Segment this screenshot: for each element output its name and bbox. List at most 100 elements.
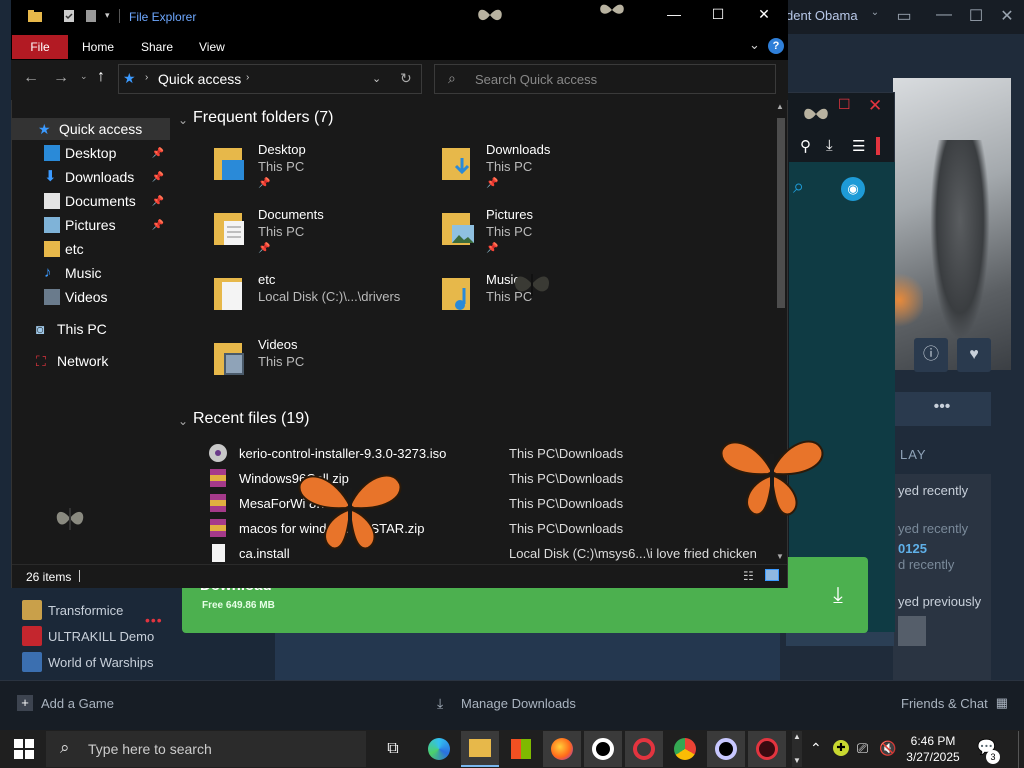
store-app[interactable] bbox=[502, 731, 540, 767]
scroll-up-icon[interactable]: ▲ bbox=[776, 102, 784, 111]
search-icon[interactable]: ⌕ bbox=[793, 176, 804, 199]
tab-view[interactable]: View bbox=[199, 40, 225, 54]
windows-start-icon[interactable] bbox=[14, 739, 34, 759]
opera-gx-app-2[interactable] bbox=[748, 731, 786, 767]
section-heading[interactable]: Frequent folders (7) bbox=[193, 109, 334, 127]
game-item[interactable]: Transformice bbox=[22, 598, 123, 622]
add-game-button[interactable]: + Add a Game bbox=[17, 695, 114, 711]
nav-music[interactable]: ♪ Music bbox=[12, 262, 170, 284]
more-button[interactable]: ••• bbox=[893, 392, 991, 426]
game-item[interactable]: World of Warships bbox=[22, 650, 153, 674]
user-icon[interactable]: ⚲ bbox=[800, 137, 811, 155]
tray-app-icon[interactable]: ✚ bbox=[833, 740, 849, 756]
opera-app-2[interactable] bbox=[707, 731, 745, 767]
chevron-down-icon[interactable]: ⌄ bbox=[372, 72, 381, 85]
settings-icon[interactable]: ☰ bbox=[852, 137, 865, 155]
chrome-app[interactable] bbox=[666, 731, 704, 767]
chevron-down-icon[interactable]: ▾ bbox=[105, 10, 110, 21]
download-icon[interactable]: ⤓ bbox=[826, 137, 833, 154]
nav-quick-access[interactable]: ★ Quick access bbox=[12, 118, 170, 140]
properties-icon[interactable] bbox=[62, 9, 76, 23]
show-hidden-icons[interactable]: ⌃ bbox=[810, 740, 822, 757]
recent-locations-icon[interactable]: ⌄ bbox=[80, 71, 88, 82]
game-item[interactable]: ULTRAKILL Demo bbox=[22, 624, 154, 648]
back-arrow-icon[interactable]: ← bbox=[23, 69, 39, 87]
volume-icon[interactable]: 🔇 bbox=[879, 740, 896, 757]
scroll-down-icon[interactable]: ▼ bbox=[776, 552, 784, 561]
manage-downloads-button[interactable]: ⤓ Manage Downloads bbox=[437, 695, 576, 711]
pin-icon[interactable]: 📌 bbox=[152, 148, 164, 159]
avatar[interactable]: ◉ bbox=[841, 177, 865, 201]
pin-icon[interactable]: 📌 bbox=[152, 220, 164, 231]
folder-tile[interactable]: Downloads This PC 📌 bbox=[440, 142, 660, 202]
file-explorer-app[interactable] bbox=[461, 731, 499, 767]
folder-tile[interactable]: Desktop This PC 📌 bbox=[212, 142, 432, 202]
section-heading[interactable]: Recent files (19) bbox=[193, 410, 310, 428]
maximize-icon[interactable]: ☐ bbox=[965, 6, 987, 28]
edge-app[interactable] bbox=[420, 731, 458, 767]
recent-file-row[interactable]: MesaForWi 8.7z This PC\Downloads bbox=[205, 491, 770, 515]
friends-chat-button[interactable]: Friends & Chat ▦ bbox=[901, 695, 1012, 711]
info-icon[interactable]: ⓘ bbox=[914, 338, 948, 372]
taskbar-clock[interactable]: 6:46 PM 3/27/2025 bbox=[900, 733, 966, 765]
maximize-icon[interactable]: ☐ bbox=[698, 6, 738, 28]
chevron-down-icon[interactable]: ⌄ bbox=[178, 414, 188, 428]
chevron-right-icon[interactable]: › bbox=[145, 72, 148, 83]
minimize-icon[interactable]: — bbox=[654, 6, 694, 28]
breadcrumb[interactable]: Quick access bbox=[158, 71, 241, 87]
folder-tile[interactable]: Pictures This PC 📌 bbox=[440, 207, 660, 267]
nav-videos[interactable]: Videos bbox=[12, 286, 170, 308]
close-icon[interactable]: ✕ bbox=[996, 6, 1018, 28]
monitor-icon[interactable]: ▭ bbox=[893, 6, 915, 28]
folder-tile[interactable]: Videos This PC bbox=[212, 337, 432, 397]
download-icon[interactable]: ⤓ bbox=[822, 582, 854, 610]
chevron-down-icon[interactable]: ⌄ bbox=[749, 37, 760, 53]
refresh-icon[interactable]: ↻ bbox=[400, 70, 412, 87]
nav-etc[interactable]: etc bbox=[12, 238, 170, 260]
up-arrow-icon[interactable]: ↑ bbox=[97, 68, 105, 86]
nav-documents[interactable]: Documents 📌 bbox=[12, 190, 170, 212]
nav-network[interactable]: ⛶ Network bbox=[12, 350, 170, 372]
nav-this-pc[interactable]: ◙ This PC bbox=[12, 318, 170, 340]
network-icon[interactable]: ⎚ bbox=[857, 740, 868, 757]
nav-desktop[interactable]: Desktop 📌 bbox=[12, 142, 170, 164]
recent-file-row[interactable]: Windows96Coll zip This PC\Downloads bbox=[205, 466, 770, 490]
nav-pictures[interactable]: Pictures 📌 bbox=[12, 214, 170, 236]
pin-icon[interactable]: 📌 bbox=[152, 196, 164, 207]
taskbar-overflow-scroller[interactable]: ▲ ▼ bbox=[792, 731, 802, 767]
steam-user-name[interactable]: dent Obama bbox=[786, 8, 858, 23]
friend-avatar[interactable] bbox=[898, 616, 926, 646]
help-icon[interactable]: ? bbox=[768, 38, 784, 54]
details-view-icon[interactable]: ☷ bbox=[743, 569, 754, 583]
star-icon: ★ bbox=[38, 121, 51, 137]
close-icon[interactable]: ✕ bbox=[868, 96, 882, 116]
tab-file[interactable]: File bbox=[12, 35, 68, 59]
show-desktop-button[interactable] bbox=[1018, 731, 1024, 768]
heart-icon[interactable]: ♥ bbox=[957, 338, 991, 372]
tab-share[interactable]: Share bbox=[141, 40, 173, 54]
new-folder-icon[interactable] bbox=[84, 9, 98, 23]
task-view-button[interactable]: ⧉ bbox=[374, 731, 412, 767]
folder-tile[interactable]: Documents This PC 📌 bbox=[212, 207, 432, 267]
maximize-icon[interactable]: ☐ bbox=[838, 96, 851, 113]
forward-arrow-icon[interactable]: → bbox=[53, 69, 69, 87]
scrollbar-thumb[interactable] bbox=[777, 118, 785, 308]
large-icons-view-icon[interactable] bbox=[765, 569, 779, 581]
more-icon[interactable]: ••• bbox=[145, 612, 163, 628]
tab-home[interactable]: Home bbox=[82, 40, 114, 54]
opera-gx-app[interactable] bbox=[625, 731, 663, 767]
recent-file-row[interactable]: macos for windows by STAR.zip This PC\Do… bbox=[205, 516, 770, 540]
close-icon[interactable]: ✕ bbox=[744, 6, 784, 28]
opera-app[interactable] bbox=[584, 731, 622, 767]
firefox-app[interactable] bbox=[543, 731, 581, 767]
folder-tile[interactable]: etc Local Disk (C:)\...\drivers bbox=[212, 272, 432, 332]
recent-file-row[interactable]: ca.install Local Disk (C:)\msys6...\i lo… bbox=[205, 541, 770, 565]
recent-file-row[interactable]: kerio-control-installer-9.3.0-3273.iso T… bbox=[205, 441, 770, 465]
chevron-down-icon[interactable]: ⌄ bbox=[178, 113, 188, 127]
chevron-right-icon[interactable]: › bbox=[246, 72, 249, 83]
minimize-icon[interactable]: — bbox=[933, 6, 955, 28]
pin-icon: 📌 bbox=[258, 243, 271, 254]
chevron-down-icon[interactable]: ⌄ bbox=[864, 7, 886, 29]
pin-icon[interactable]: 📌 bbox=[152, 172, 164, 183]
nav-downloads[interactable]: ⬇ Downloads 📌 bbox=[12, 166, 170, 188]
